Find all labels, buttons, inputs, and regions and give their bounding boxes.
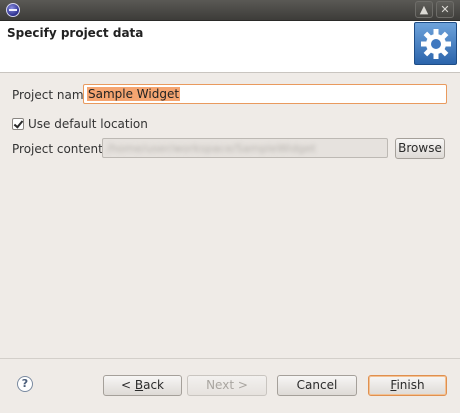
close-icon: ✕ bbox=[440, 3, 450, 16]
wizard-header: Specify project data bbox=[0, 21, 460, 73]
help-icon[interactable]: ? bbox=[17, 376, 33, 392]
eclipse-icon bbox=[6, 3, 20, 17]
footer-separator bbox=[0, 358, 460, 359]
close-button[interactable]: ✕ bbox=[436, 1, 454, 18]
browse-button[interactable]: Browse bbox=[395, 138, 445, 159]
gear-icon bbox=[414, 22, 457, 65]
project-name-field[interactable]: Sample Widget bbox=[83, 84, 447, 104]
title-bar: ▲ ✕ bbox=[0, 0, 460, 21]
project-contents-field: /home/user/workspace/SampleWidget bbox=[102, 138, 388, 158]
chevron-up-icon: ▲ bbox=[419, 3, 429, 16]
page-title: Specify project data bbox=[7, 26, 144, 40]
project-contents-value: /home/user/workspace/SampleWidget bbox=[107, 142, 316, 155]
project-contents-label: Project contents: bbox=[12, 142, 114, 156]
project-name-label: Project name bbox=[12, 88, 91, 102]
finish-button[interactable]: Finish bbox=[368, 375, 447, 396]
cancel-button[interactable]: Cancel bbox=[277, 375, 357, 396]
use-default-location-checkbox[interactable] bbox=[12, 118, 24, 130]
project-name-value: Sample Widget bbox=[87, 87, 181, 101]
use-default-location-label: Use default location bbox=[28, 117, 148, 131]
next-button[interactable]: Next > bbox=[187, 375, 267, 396]
new-project-dialog: ▲ ✕ Specify project data Project name Sa… bbox=[0, 0, 460, 413]
back-button[interactable]: < Back bbox=[103, 375, 182, 396]
minimize-button[interactable]: ▲ bbox=[415, 1, 433, 18]
